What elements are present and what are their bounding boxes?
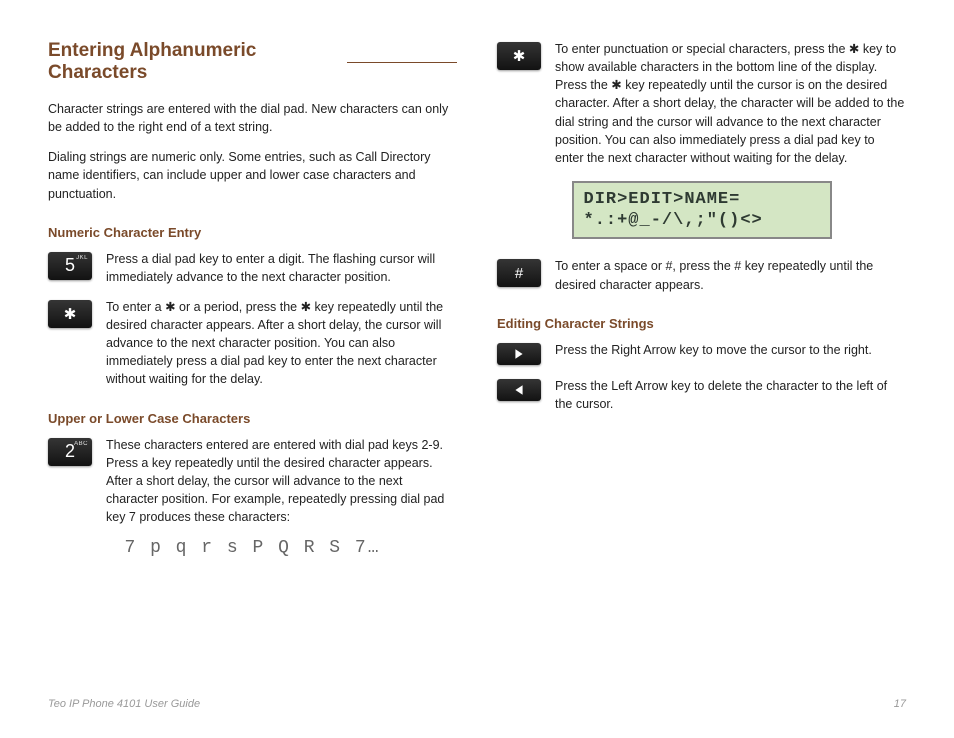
keyhash-text: To enter a space or #, press the # key r… [555,257,906,293]
item-key-hash: # To enter a space or #, press the # key… [497,257,906,293]
intro-1: Character strings are entered with the d… [48,100,457,136]
left-arrow-icon [497,379,541,401]
heading-numeric: Numeric Character Entry [48,225,457,240]
dialpad-star-icon-2: ✱ [497,42,541,70]
item-key-5: 5 JKL Press a dial pad key to enter a di… [48,250,457,286]
item-key-star-1: ✱ To enter a ✱ or a period, press the ✱ … [48,298,457,389]
dialpad-2-icon: 2 ABC [48,438,92,466]
heading-case: Upper or Lower Case Characters [48,411,457,426]
title-rule [347,62,457,63]
footer-title: Teo IP Phone 4101 User Guide [48,698,200,710]
lcd-display: DIR>EDIT>NAME= *.:+@_-/\,;"()<> [572,181,832,240]
dialpad-5-icon: 5 JKL [48,252,92,280]
page-number: 17 [894,698,906,710]
title-text: Entering Alphanumeric Characters [48,40,335,84]
lcd-line-1: DIR>EDIT>NAME= [584,189,820,210]
key5-text: Press a dial pad key to enter a digit. T… [106,250,457,286]
page-title: Entering Alphanumeric Characters [48,40,457,84]
item-arrow-left: Press the Left Arrow key to delete the c… [497,377,906,413]
item-key-star-2: ✱ To enter punctuation or special charac… [497,40,906,167]
keystar2-text: To enter punctuation or special characte… [555,40,906,167]
item-key-2: 2 ABC These characters entered are enter… [48,436,457,527]
lcd-line-2: *.:+@_-/\,;"()<> [584,210,820,231]
keystar1-text: To enter a ✱ or a period, press the ✱ ke… [106,298,457,389]
dialpad-hash-icon: # [497,259,541,287]
key2-text: These characters entered are entered wit… [106,436,457,527]
segment-example: 7 p q r s P Q R S 7… [48,538,457,558]
right-arrow-text: Press the Right Arrow key to move the cu… [555,341,906,359]
item-arrow-right: Press the Right Arrow key to move the cu… [497,341,906,365]
dialpad-star-icon: ✱ [48,300,92,328]
intro-2: Dialing strings are numeric only. Some e… [48,148,457,202]
page-footer: Teo IP Phone 4101 User Guide 17 [48,698,906,710]
heading-edit: Editing Character Strings [497,316,906,331]
left-arrow-text: Press the Left Arrow key to delete the c… [555,377,906,413]
right-arrow-icon [497,343,541,365]
